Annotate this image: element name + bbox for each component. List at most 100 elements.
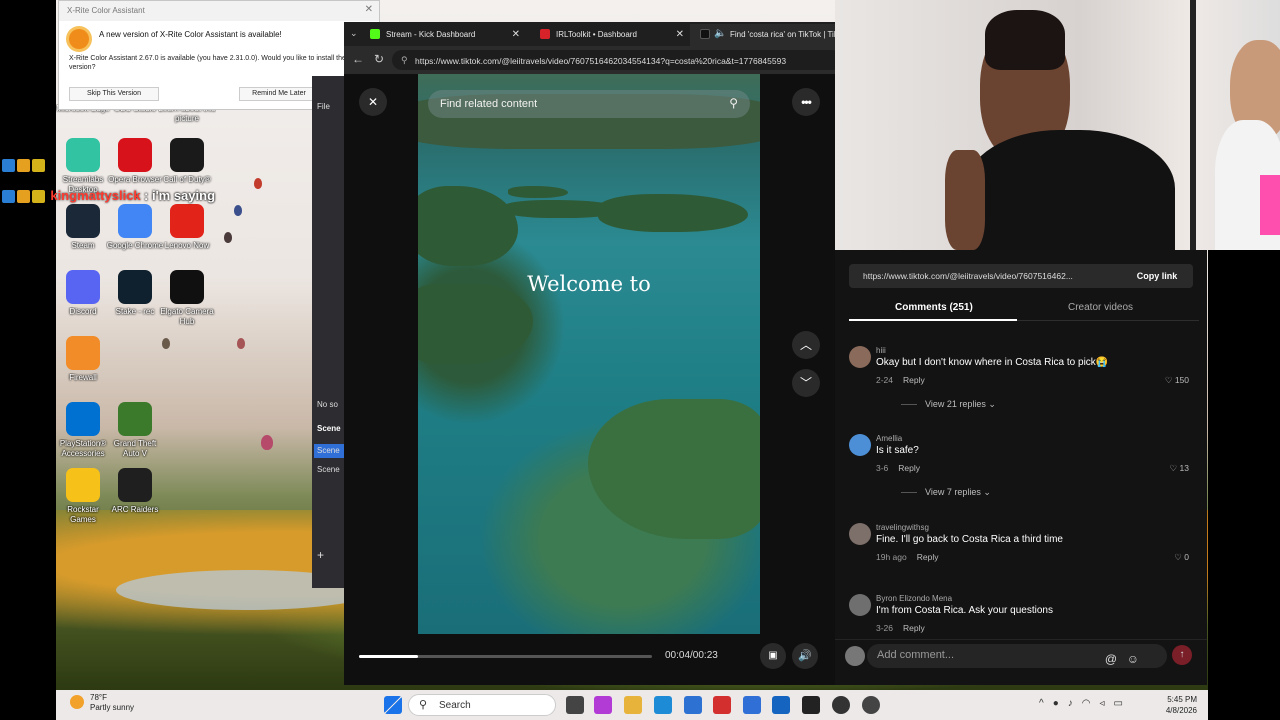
pip-icon[interactable]: ▣ [760, 643, 786, 669]
comment-author[interactable]: Amellia [876, 434, 902, 443]
view-replies-button[interactable]: View 7 replies ⌄ [901, 487, 991, 498]
heart-icon[interactable]: ♡ [1174, 552, 1182, 562]
desktop-icon[interactable]: Google Chrome [106, 204, 164, 261]
store-icon[interactable] [684, 696, 702, 714]
desktop-icon[interactable]: Stake - rec [106, 270, 164, 327]
site-info-icon[interactable]: ⚲ [401, 55, 408, 66]
video-progress-bar[interactable] [359, 655, 652, 658]
avatar[interactable] [849, 346, 871, 368]
start-icon[interactable] [384, 696, 402, 714]
search-placeholder: Find related content [440, 98, 538, 110]
add-comment-input[interactable]: Add comment... @ ☺ [867, 644, 1167, 668]
tab-irltoolkit[interactable]: IRLToolkit • Dashboard ✕ [526, 24, 690, 46]
like-number: 150 [1174, 375, 1189, 385]
desktop-icon[interactable]: Firewall [54, 336, 112, 393]
wifi-icon[interactable]: ◠ [1082, 698, 1100, 709]
close-tab-icon[interactable]: ✕ [512, 29, 520, 40]
volume-icon[interactable]: 🔊 [792, 643, 818, 669]
refresh-icon[interactable]: ↻ [374, 52, 384, 66]
person-hair [985, 10, 1065, 70]
desktop-icon[interactable]: Lenovo Now [158, 204, 216, 261]
avatar[interactable] [849, 434, 871, 456]
desktop-icon[interactable]: Streamlabs Desktop [54, 138, 112, 195]
obs-file-menu[interactable]: File [317, 102, 330, 111]
reply-button[interactable]: Reply [917, 552, 939, 562]
playstation-icon [66, 402, 100, 436]
obs-add-button[interactable]: + [317, 548, 324, 562]
close-video-icon[interactable]: ✕ [359, 88, 387, 116]
tray-app-icon[interactable]: ● [1053, 698, 1068, 709]
view-replies-button[interactable]: View 21 replies ⌄ [901, 399, 996, 410]
copilot-icon[interactable] [594, 696, 612, 714]
obs-taskbar-icon[interactable] [832, 696, 850, 714]
share-link-field[interactable]: https://www.tiktok.com/@leiitravels/vide… [849, 264, 1193, 288]
task-view-icon[interactable] [566, 696, 584, 714]
pink-object [1260, 175, 1280, 235]
emoji-icon[interactable]: ☺ [1127, 652, 1139, 666]
like-count[interactable]: ♡ 0 [1174, 552, 1189, 563]
desktop-icon[interactable]: Rockstar Games [54, 468, 112, 525]
weather-condition: Partly sunny [90, 703, 135, 712]
desktop-icon[interactable]: Opera Browser [106, 138, 164, 195]
tab-tiktok[interactable]: 🔈 Find 'costa rica' on TikTok | TikTok [690, 24, 835, 46]
like-count[interactable]: ♡ 150 [1165, 375, 1189, 386]
remind-later-button[interactable]: Remind Me Later [239, 87, 319, 101]
search-icon[interactable]: ⚲ [729, 96, 738, 110]
comment-author[interactable]: travelingwithsg [876, 523, 929, 532]
related-search-input[interactable]: Find related content ⚲ [428, 90, 750, 118]
desktop-icon[interactable]: Elgato Camera Hub [158, 270, 216, 327]
next-video-icon[interactable]: ﹀ [792, 369, 820, 397]
reply-button[interactable]: Reply [903, 375, 925, 385]
battery-icon[interactable]: ▭ [1114, 698, 1132, 709]
skip-version-button[interactable]: Skip This Version [69, 87, 159, 101]
url-field[interactable]: ⚲ https://www.tiktok.com/@leiitravels/vi… [392, 50, 842, 70]
copy-link-button[interactable]: Copy link [1121, 264, 1193, 288]
comment-author[interactable]: Byron Elizondo Mena [876, 594, 952, 603]
previous-video-icon[interactable]: ︿ [792, 331, 820, 359]
reply-button[interactable]: Reply [903, 623, 925, 633]
system-tray[interactable]: ^●♪◠◃▭ [1039, 698, 1132, 709]
outlook-icon[interactable] [772, 696, 790, 714]
microphone-icon[interactable]: ♪ [1068, 698, 1082, 709]
obs-scene-item[interactable]: Scene [314, 444, 346, 458]
close-icon[interactable]: ✕ [365, 4, 373, 15]
taskbar-search[interactable]: ⚲ Search [408, 694, 556, 716]
chevron-up-icon[interactable]: ^ [1039, 698, 1053, 709]
tab-creator-videos[interactable]: Creator videos [1068, 302, 1133, 313]
close-tab-icon[interactable]: ✕ [676, 29, 684, 40]
clock[interactable]: 5:45 PM 4/8/2026 [1142, 694, 1197, 716]
edge-taskbar-icon[interactable] [654, 696, 672, 714]
address-bar: ← ↻ ⚲ https://www.tiktok.com/@leiitravel… [344, 46, 842, 74]
back-icon[interactable]: ← [352, 52, 364, 66]
desktop-icon[interactable]: PlayStation® Accessories [54, 402, 112, 459]
tab-kick[interactable]: Stream - Kick Dashboard ✕ [356, 24, 526, 46]
mention-icon[interactable]: @ [1105, 652, 1117, 666]
avatar[interactable] [849, 523, 871, 545]
desktop-icon[interactable]: Call of Duty® [158, 138, 216, 195]
desktop-icon[interactable]: Grand Theft Auto V [106, 402, 164, 459]
person-shirt [965, 130, 1175, 250]
app-icon[interactable] [862, 696, 880, 714]
heart-icon[interactable]: ♡ [1165, 375, 1173, 385]
desktop-icon[interactable]: Steam [54, 204, 112, 261]
send-icon[interactable]: ↑ [1172, 645, 1192, 665]
reply-button[interactable]: Reply [898, 463, 920, 473]
obs-scene-item[interactable]: Scene [317, 465, 340, 474]
heart-icon[interactable]: ♡ [1170, 463, 1178, 473]
video-player[interactable]: Find related content ⚲ Welcome to [418, 74, 760, 634]
dialog-title: X-Rite Color Assistant [59, 1, 379, 21]
file-explorer-icon[interactable] [624, 696, 642, 714]
avatar[interactable] [849, 594, 871, 616]
more-options-icon[interactable]: ••• [792, 88, 820, 116]
discord-icon [66, 270, 100, 304]
volume-tray-icon[interactable]: ◃ [1099, 698, 1113, 709]
app-icon[interactable] [743, 696, 761, 714]
like-count[interactable]: ♡ 13 [1170, 463, 1189, 474]
comment-author[interactable]: hiii [876, 346, 886, 355]
tab-comments[interactable]: Comments (251) [895, 302, 973, 313]
app-icon[interactable] [713, 696, 731, 714]
arcraiders-icon [118, 468, 152, 502]
desktop-icon[interactable]: ARC Raiders [106, 468, 164, 525]
desktop-icon[interactable]: Discord [54, 270, 112, 327]
app-icon[interactable] [802, 696, 820, 714]
